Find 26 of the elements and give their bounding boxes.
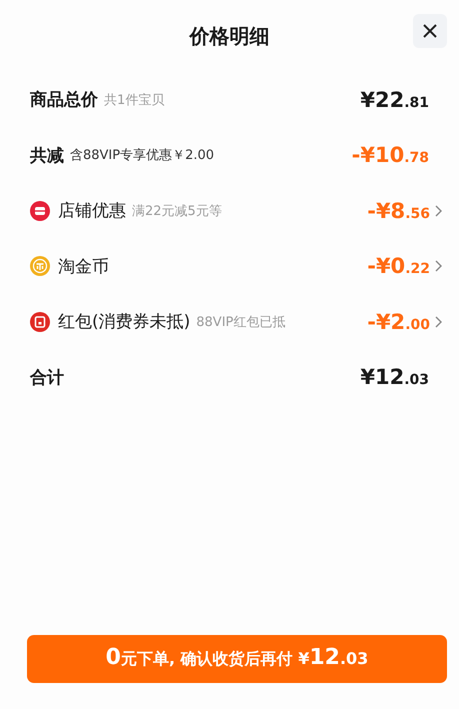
chevron-icon[interactable] [434, 316, 443, 328]
row-label: 商品总价 [30, 89, 98, 112]
row-label: 合计 [30, 366, 64, 389]
amount: -¥2.00 [367, 310, 430, 334]
row-note: 共1件宝贝 [104, 92, 164, 109]
amount: -¥0.22 [367, 254, 430, 278]
chevron-icon[interactable] [434, 204, 443, 217]
dialog-title: 价格明细 [190, 22, 270, 50]
row-label: 淘金币 [58, 256, 109, 278]
close-icon [422, 23, 438, 39]
row-label: 共减 [30, 144, 64, 167]
amount: ¥22.81 [360, 88, 429, 112]
envelope-icon [30, 312, 50, 332]
pay-button[interactable]: 0元下单, 确认收货后再付 ¥12.03 [27, 635, 447, 683]
row-note: 88VIP红包已抵 [196, 314, 286, 331]
row-note: 含88VIP专享优惠￥2.00 [70, 147, 214, 164]
amount: -¥8.56 [367, 198, 430, 223]
row-label: 店铺优惠 [58, 200, 126, 222]
row-note: 满22元减5元等 [132, 202, 222, 220]
row-label: 红包(消费券未抵) [58, 311, 190, 334]
amount: ¥12.03 [360, 365, 429, 390]
close-button[interactable] [413, 14, 447, 48]
chevron-icon[interactable] [434, 260, 443, 272]
amount: -¥10.78 [352, 143, 429, 168]
shop-icon [30, 200, 50, 221]
coin-icon [30, 256, 50, 276]
